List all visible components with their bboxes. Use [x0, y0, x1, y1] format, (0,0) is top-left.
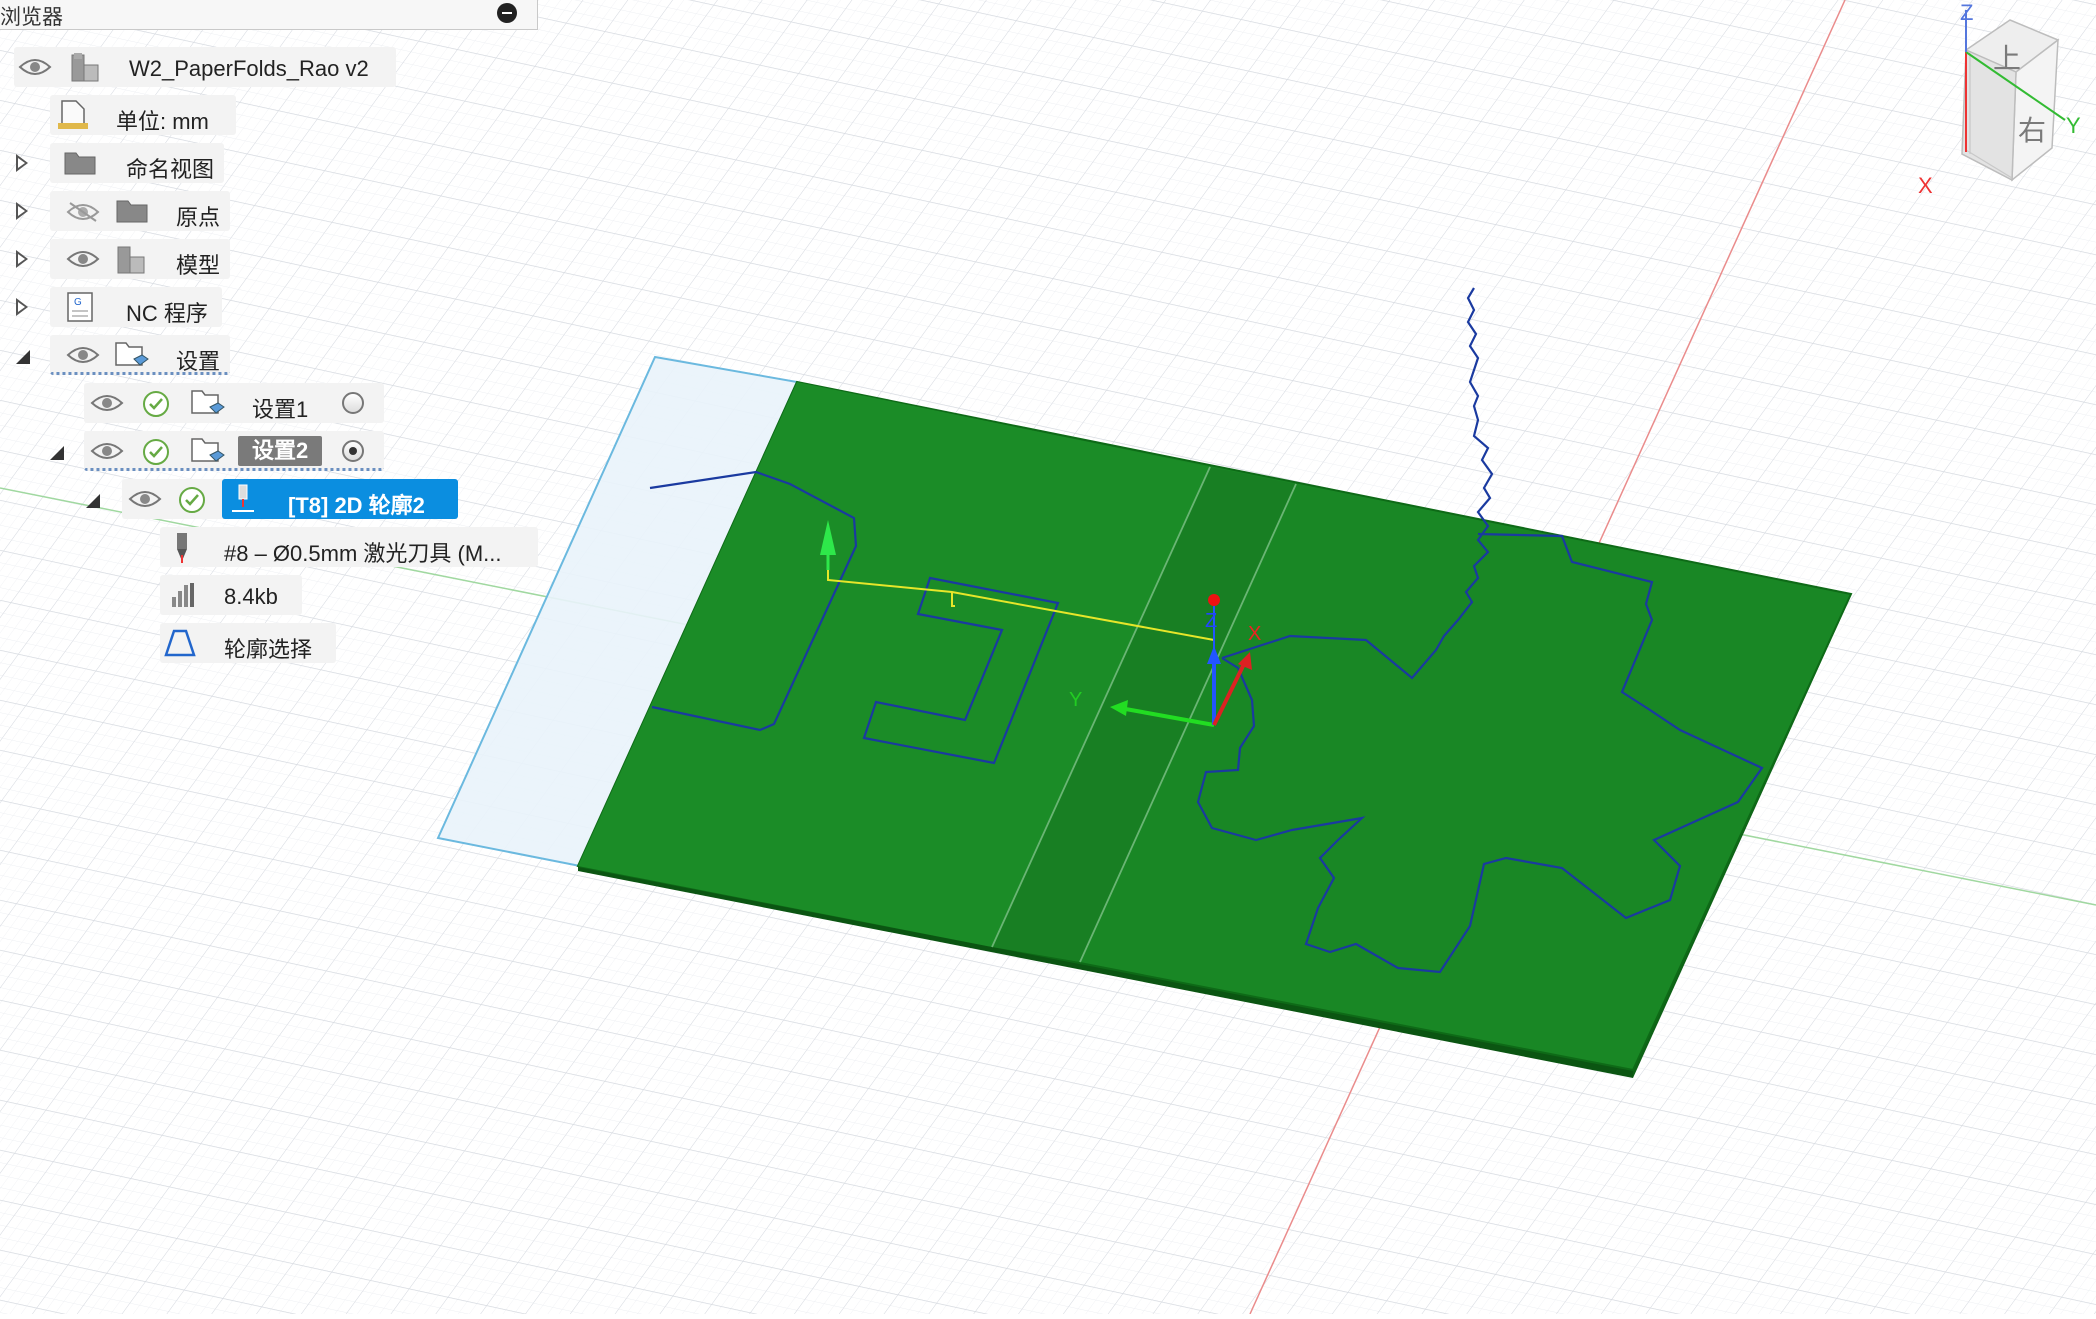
- tree-named-views-node[interactable]: 命名视图: [50, 143, 224, 183]
- tree-named-views[interactable]: 命名视图: [10, 143, 224, 183]
- tree-operation-label: [T8] 2D 轮廓2: [288, 493, 425, 518]
- tool-icon: [230, 483, 256, 515]
- tree-root-node[interactable]: W2_PaperFolds_Rao v2: [14, 47, 396, 87]
- label-y: Y: [1069, 689, 1082, 711]
- tree-contour-node[interactable]: 轮廓选择: [160, 623, 336, 663]
- tree-units-label: 单位: mm: [116, 109, 209, 134]
- tree-tool-node[interactable]: #8 – Ø0.5mm 激光刀具 (M...: [160, 527, 538, 567]
- label-x: X: [1248, 623, 1261, 645]
- tree-nc-programs-label: NC 程序: [126, 301, 208, 326]
- tree-root[interactable]: W2_PaperFolds_Rao v2: [14, 47, 396, 87]
- tree-operation-node[interactable]: [T8] 2D 轮廓2: [222, 479, 458, 519]
- tree-setups[interactable]: 设置: [10, 335, 230, 375]
- check-icon: [142, 390, 170, 418]
- tree-setups-node[interactable]: 设置: [50, 335, 230, 375]
- tool-tip-marker: [1208, 594, 1220, 606]
- component-icon: [116, 243, 146, 275]
- tree-origin-label: 原点: [176, 205, 221, 230]
- file-size-icon: [170, 581, 196, 609]
- view-cube[interactable]: Z Y X 上 右: [1900, 0, 2096, 200]
- tree-origin[interactable]: 原点: [10, 191, 230, 231]
- eye-icon[interactable]: [66, 249, 100, 269]
- tree-setup1[interactable]: 设置1: [84, 383, 384, 423]
- setup-icon: [114, 339, 150, 371]
- laser-tool-icon: [172, 531, 192, 565]
- browser-panel-header: 浏览器: [0, 0, 538, 30]
- tree-model-label: 模型: [176, 253, 221, 278]
- tree-setup1-node[interactable]: 设置1: [84, 383, 384, 423]
- document-icon: [58, 99, 88, 131]
- tree-tool-label: #8 – Ø0.5mm 激光刀具 (M...: [224, 541, 502, 566]
- expand-arrow[interactable]: [16, 250, 28, 268]
- tree-units-node[interactable]: 单位: mm: [50, 95, 236, 135]
- collapse-arrow[interactable]: [50, 446, 64, 460]
- label-z: Z: [1205, 610, 1217, 632]
- eye-icon[interactable]: [90, 441, 124, 461]
- contour-icon: [164, 629, 196, 657]
- tree-named-views-label: 命名视图: [126, 157, 215, 182]
- eye-icon[interactable]: [128, 489, 162, 509]
- tree-model[interactable]: 模型: [10, 239, 230, 279]
- eye-hidden-icon[interactable]: [66, 201, 100, 223]
- tree-nc-programs[interactable]: G NC 程序: [10, 287, 222, 327]
- expand-arrow[interactable]: [16, 154, 28, 172]
- tree-model-node[interactable]: 模型: [50, 239, 230, 279]
- tree-setups-label: 设置: [176, 349, 221, 374]
- eye-icon[interactable]: [90, 393, 124, 413]
- setup-icon: [190, 435, 226, 467]
- cube-label-x: X: [1918, 173, 1933, 198]
- tree-nc-programs-node[interactable]: G NC 程序: [50, 287, 222, 327]
- component-icon: [70, 51, 100, 83]
- svg-text:G: G: [74, 297, 82, 308]
- tree-contour[interactable]: 轮廓选择: [160, 623, 336, 663]
- cube-label-y: Y: [2066, 113, 2081, 138]
- collapse-arrow[interactable]: [86, 494, 100, 508]
- setup2-radio[interactable]: [342, 440, 364, 462]
- tree-tool[interactable]: #8 – Ø0.5mm 激光刀具 (M...: [160, 527, 538, 567]
- setup-icon: [190, 387, 226, 419]
- tree-root-label: W2_PaperFolds_Rao v2: [129, 56, 369, 81]
- expand-arrow[interactable]: [16, 298, 28, 316]
- collapse-arrow[interactable]: [16, 350, 30, 364]
- nc-program-icon: G: [66, 291, 94, 323]
- cube-face-top-label: 上: [1993, 42, 2021, 75]
- tree-setup2[interactable]: 设置2: [46, 431, 384, 471]
- folder-icon: [64, 149, 96, 175]
- collapse-panel-button[interactable]: [497, 3, 517, 23]
- eye-icon[interactable]: [18, 57, 52, 77]
- tree-operation[interactable]: [T8] 2D 轮廓2: [82, 479, 458, 519]
- setup1-radio[interactable]: [342, 392, 364, 414]
- tree-units[interactable]: 单位: mm: [50, 95, 236, 135]
- tree-origin-node[interactable]: 原点: [50, 191, 230, 231]
- tree-size[interactable]: 8.4kb: [160, 575, 302, 615]
- tree-setup1-label: 设置1: [252, 397, 309, 422]
- tree-contour-label: 轮廓选择: [224, 637, 313, 662]
- eye-icon[interactable]: [66, 345, 100, 365]
- tree-size-label: 8.4kb: [224, 584, 278, 609]
- panel-title: 浏览器: [0, 6, 63, 29]
- check-icon: [142, 438, 170, 466]
- check-icon: [178, 486, 206, 514]
- folder-icon: [116, 197, 148, 223]
- cube-face-right-label: 右: [2018, 114, 2046, 147]
- tree-setup2-node[interactable]: 设置2: [84, 431, 384, 471]
- cube-label-z: Z: [1960, 0, 1973, 25]
- tree-setup2-label: 设置2: [238, 436, 323, 466]
- expand-arrow[interactable]: [16, 202, 28, 220]
- tree-size-node[interactable]: 8.4kb: [160, 575, 302, 615]
